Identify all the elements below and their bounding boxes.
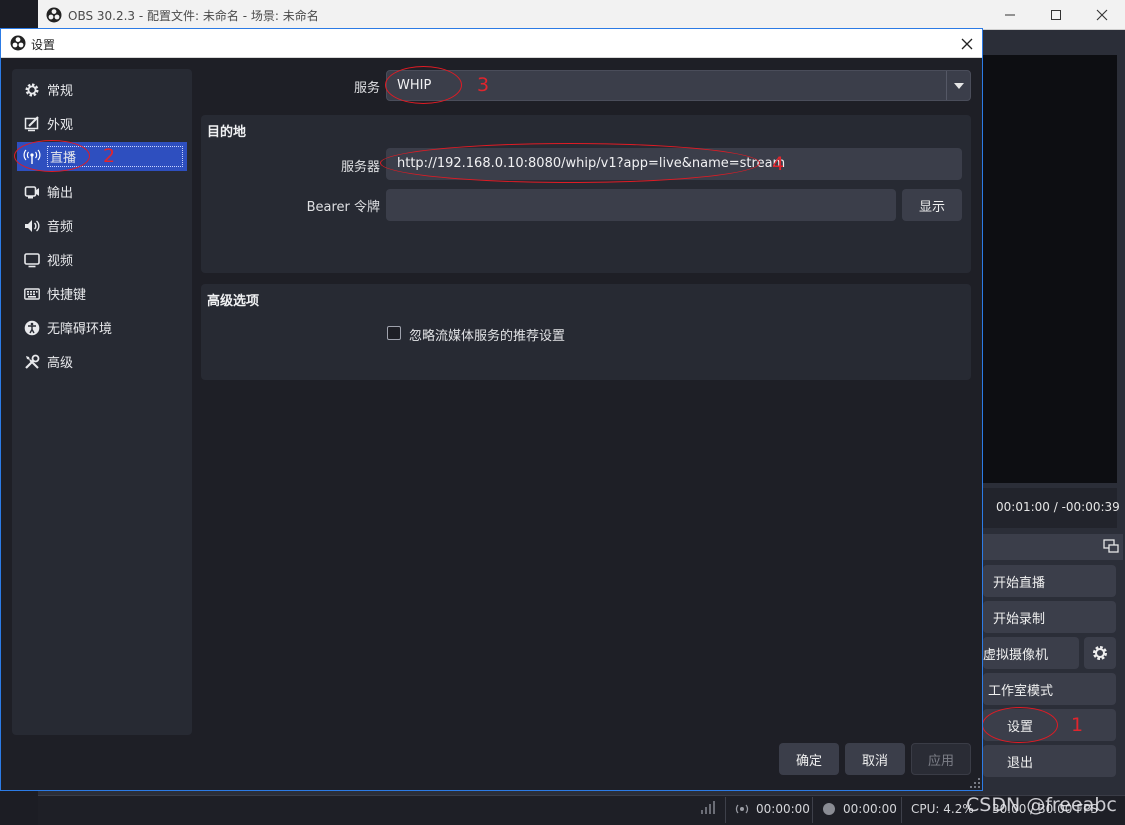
annotation-number-3: 3 <box>477 74 490 96</box>
ok-button[interactable]: 确定 <box>779 743 839 775</box>
status-separator <box>812 797 813 823</box>
destination-title: 目的地 <box>207 125 247 140</box>
record-time: 00:00:00 <box>843 802 897 816</box>
advanced-options-title: 高级选项 <box>207 294 260 309</box>
minimize-button[interactable] <box>987 0 1033 30</box>
record-status-icon <box>823 803 835 815</box>
media-timer: 00:01:00 / -00:00:39 <box>996 500 1120 514</box>
minimize-icon <box>1005 14 1015 16</box>
gear-icon <box>1093 646 1107 660</box>
bearer-token-label: Bearer 令牌 <box>306 200 380 215</box>
virtual-camera-button[interactable]: 虚拟摄像机 <box>983 637 1079 669</box>
cancel-button[interactable]: 取消 <box>845 743 905 775</box>
main-window-title: OBS 30.2.3 - 配置文件: 未命名 - 场景: 未命名 <box>68 9 319 23</box>
obs-logo-icon <box>10 35 26 51</box>
maximize-button[interactable] <box>1033 0 1079 30</box>
stream-time: 00:00:00 <box>756 802 810 816</box>
annotation-circle-3 <box>385 66 462 104</box>
sidebar-item-accessibility[interactable]: 无障碍环境 <box>17 313 187 342</box>
appearance-icon <box>24 115 39 131</box>
exit-button[interactable]: 退出 <box>983 745 1116 777</box>
sidebar-item-label: 输出 <box>47 186 74 201</box>
bearer-token-input[interactable] <box>386 189 896 221</box>
sidebar-item-label: 常规 <box>47 84 74 99</box>
annotation-circle-2 <box>14 140 90 172</box>
sidebar-item-label: 视频 <box>47 254 74 269</box>
settings-dialog-title: 设置 <box>31 38 56 52</box>
apply-button[interactable]: 应用 <box>911 743 971 775</box>
obs-logo-icon <box>46 7 62 23</box>
sidebar-item-output[interactable]: 输出 <box>17 177 187 206</box>
start-recording-button[interactable]: 开始录制 <box>983 601 1116 633</box>
maximize-icon <box>1051 10 1061 20</box>
annotation-number-4: 4 <box>772 153 785 175</box>
cpu-usage: CPU: 4.2% <box>911 802 974 816</box>
server-label: 服务器 <box>340 160 380 175</box>
annotation-circle-4 <box>380 143 760 183</box>
stream-status-icon <box>735 804 749 814</box>
sidebar-item-audio[interactable]: 音频 <box>17 211 187 240</box>
close-icon <box>1096 9 1108 21</box>
service-select[interactable]: WHIP <box>386 70 971 101</box>
status-separator <box>901 797 902 823</box>
sidebar-item-video[interactable]: 视频 <box>17 245 187 274</box>
annotation-circle-1 <box>982 707 1058 743</box>
service-label: 服务 <box>353 81 380 96</box>
annotation-number-1: 1 <box>1071 714 1084 736</box>
watermark: CSDN @freeabc <box>966 794 1117 816</box>
advanced-options-group: 高级选项 <box>201 284 971 380</box>
ignore-recommended-settings-checkbox[interactable] <box>387 326 401 340</box>
speaker-icon <box>25 219 40 232</box>
dialog-close-button[interactable] <box>951 29 983 58</box>
gear-icon <box>25 83 39 96</box>
sidebar-item-label: 音频 <box>47 220 74 235</box>
sidebar-item-general[interactable]: 常规 <box>17 75 187 104</box>
close-window-button[interactable] <box>1079 0 1125 30</box>
sidebar-item-label: 快捷键 <box>47 288 87 303</box>
signal-bars-icon <box>701 801 715 814</box>
annotation-number-2: 2 <box>103 145 116 167</box>
undock-icon[interactable] <box>1102 537 1120 555</box>
accessibility-icon <box>24 320 40 335</box>
show-token-button[interactable]: 显示 <box>902 189 962 221</box>
settings-dialog-titlebar: 设置 <box>1 29 982 58</box>
status-separator <box>725 797 726 823</box>
start-streaming-button[interactable]: 开始直播 <box>983 565 1116 597</box>
main-window-titlebar: OBS 30.2.3 - 配置文件: 未命名 - 场景: 未命名 <box>38 0 1125 30</box>
close-icon <box>961 38 973 49</box>
sidebar-item-hotkeys[interactable]: 快捷键 <box>17 279 187 308</box>
virtual-camera-settings-button[interactable] <box>1084 637 1116 669</box>
sidebar-item-label: 无障碍环境 <box>47 322 113 337</box>
studio-mode-button[interactable]: 工作室模式 <box>983 673 1116 705</box>
sidebar-item-label: 高级 <box>47 356 74 371</box>
resize-grip-icon[interactable] <box>969 777 981 789</box>
keyboard-icon <box>24 287 40 300</box>
monitor-icon <box>24 252 40 267</box>
tools-icon <box>25 354 40 369</box>
preview-area <box>983 55 1117 483</box>
sidebar-item-advanced[interactable]: 高级 <box>17 347 187 376</box>
sidebar-item-appearance[interactable]: 外观 <box>17 109 187 138</box>
chevron-down-icon <box>946 71 970 100</box>
sidebar-item-label: 外观 <box>47 118 74 133</box>
output-icon <box>24 185 39 198</box>
ignore-recommended-settings-label: 忽略流媒体服务的推荐设置 <box>409 329 566 344</box>
